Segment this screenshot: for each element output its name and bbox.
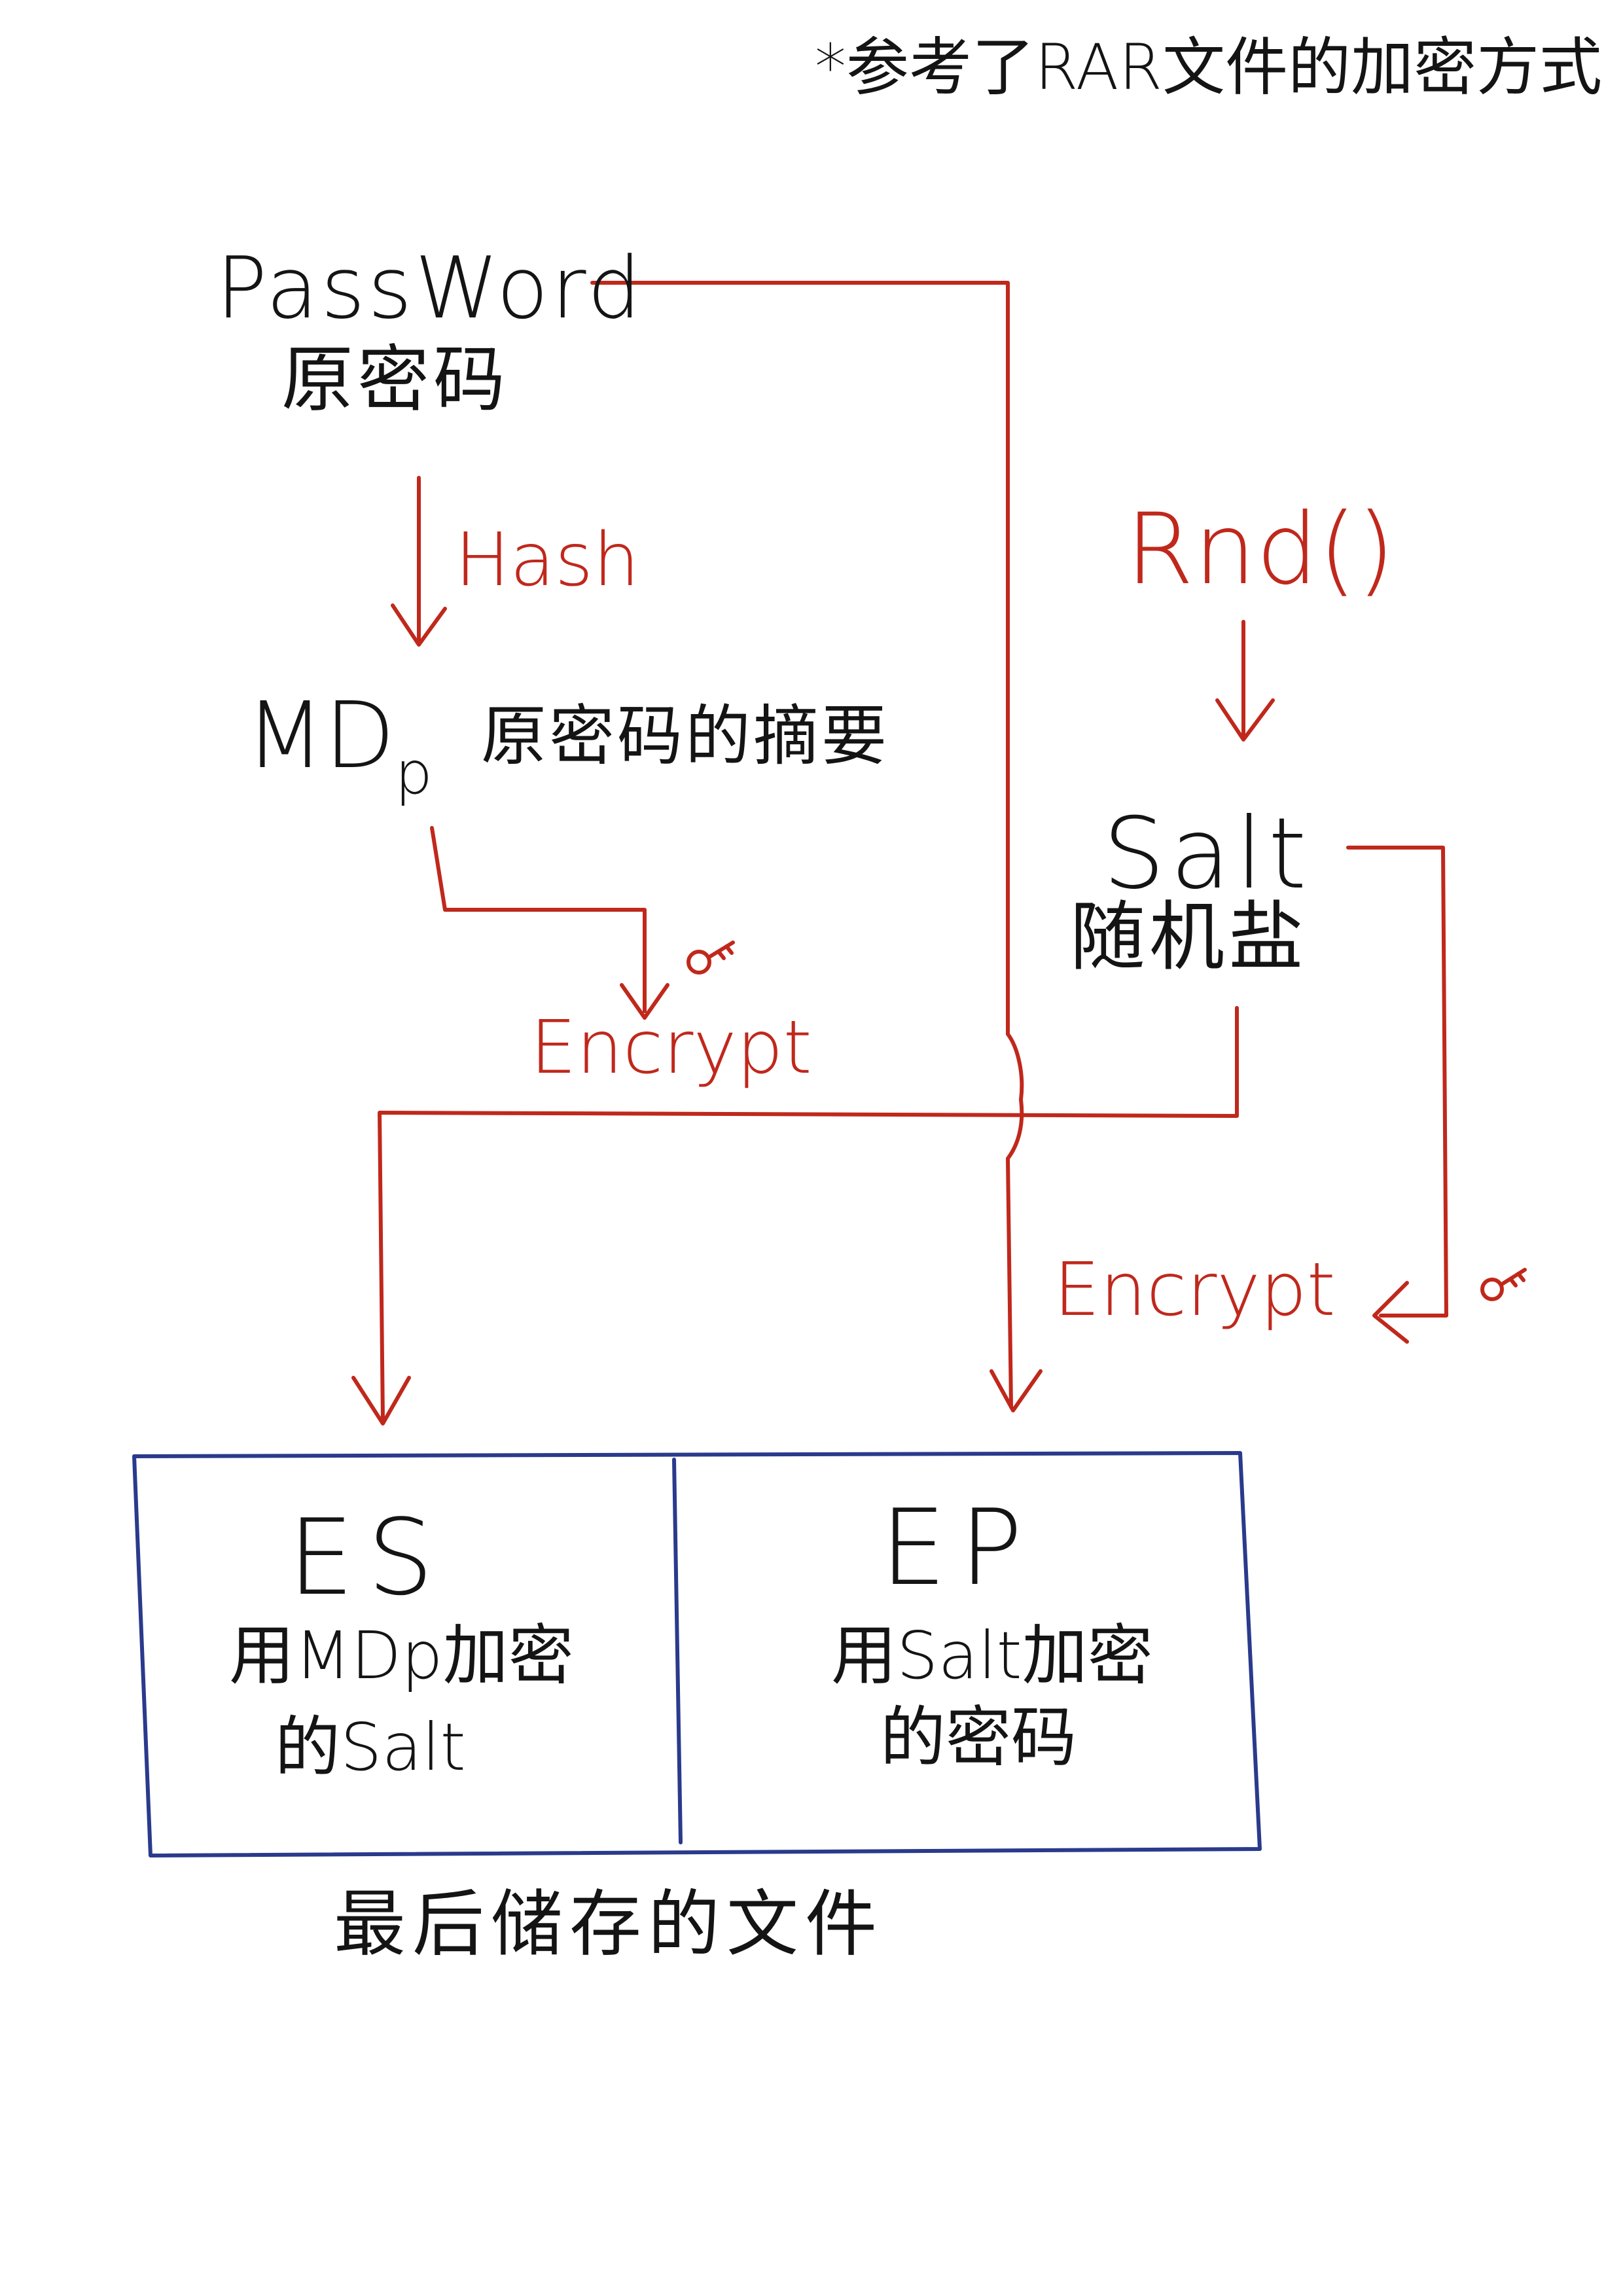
reference-note: *参考了RAR文件的加密方式 bbox=[815, 31, 1603, 104]
salt-label-zh: 随机盐 bbox=[1070, 893, 1308, 981]
ep-desc-line2: 的密码 bbox=[880, 1699, 1077, 1776]
es-desc-line1: 用MDp加密 bbox=[229, 1617, 574, 1694]
password-label: PassWord bbox=[216, 238, 644, 338]
mdp-label-sub: p bbox=[395, 739, 433, 808]
rnd-label: Rnd() bbox=[1126, 493, 1395, 607]
final-file-caption: 最后储存的文件 bbox=[334, 1882, 883, 1966]
mdp-to-encrypt-connector bbox=[430, 826, 647, 1013]
key-icon-right bbox=[1480, 1268, 1527, 1301]
mdp-label: MDp bbox=[245, 691, 433, 803]
ep-title: EP bbox=[880, 1486, 1036, 1609]
password-label-zh: 原密码 bbox=[281, 338, 509, 422]
encrypt-label-right: Encrypt bbox=[1054, 1247, 1336, 1333]
encrypt-label-left: Encrypt bbox=[530, 1005, 812, 1090]
es-desc-line2: 的Salt bbox=[275, 1709, 466, 1785]
ep-desc-line1: 用Salt加密 bbox=[831, 1617, 1153, 1694]
es-title: ES bbox=[288, 1496, 447, 1619]
salt-to-encrypt-right-connector bbox=[1346, 846, 1448, 1318]
encrypt-right-arrowhead bbox=[1372, 1281, 1409, 1344]
key-icon-left bbox=[687, 941, 735, 975]
password-to-ep-connector bbox=[590, 281, 1024, 1409]
ep-arrowhead bbox=[990, 1369, 1043, 1412]
salt-label: Salt bbox=[1103, 797, 1312, 911]
mdp-label-main: MD bbox=[245, 683, 395, 789]
file-box-divider bbox=[672, 1458, 683, 1844]
hash-label: Hash bbox=[455, 518, 640, 603]
mdp-description: 原密码的摘要 bbox=[481, 698, 889, 774]
